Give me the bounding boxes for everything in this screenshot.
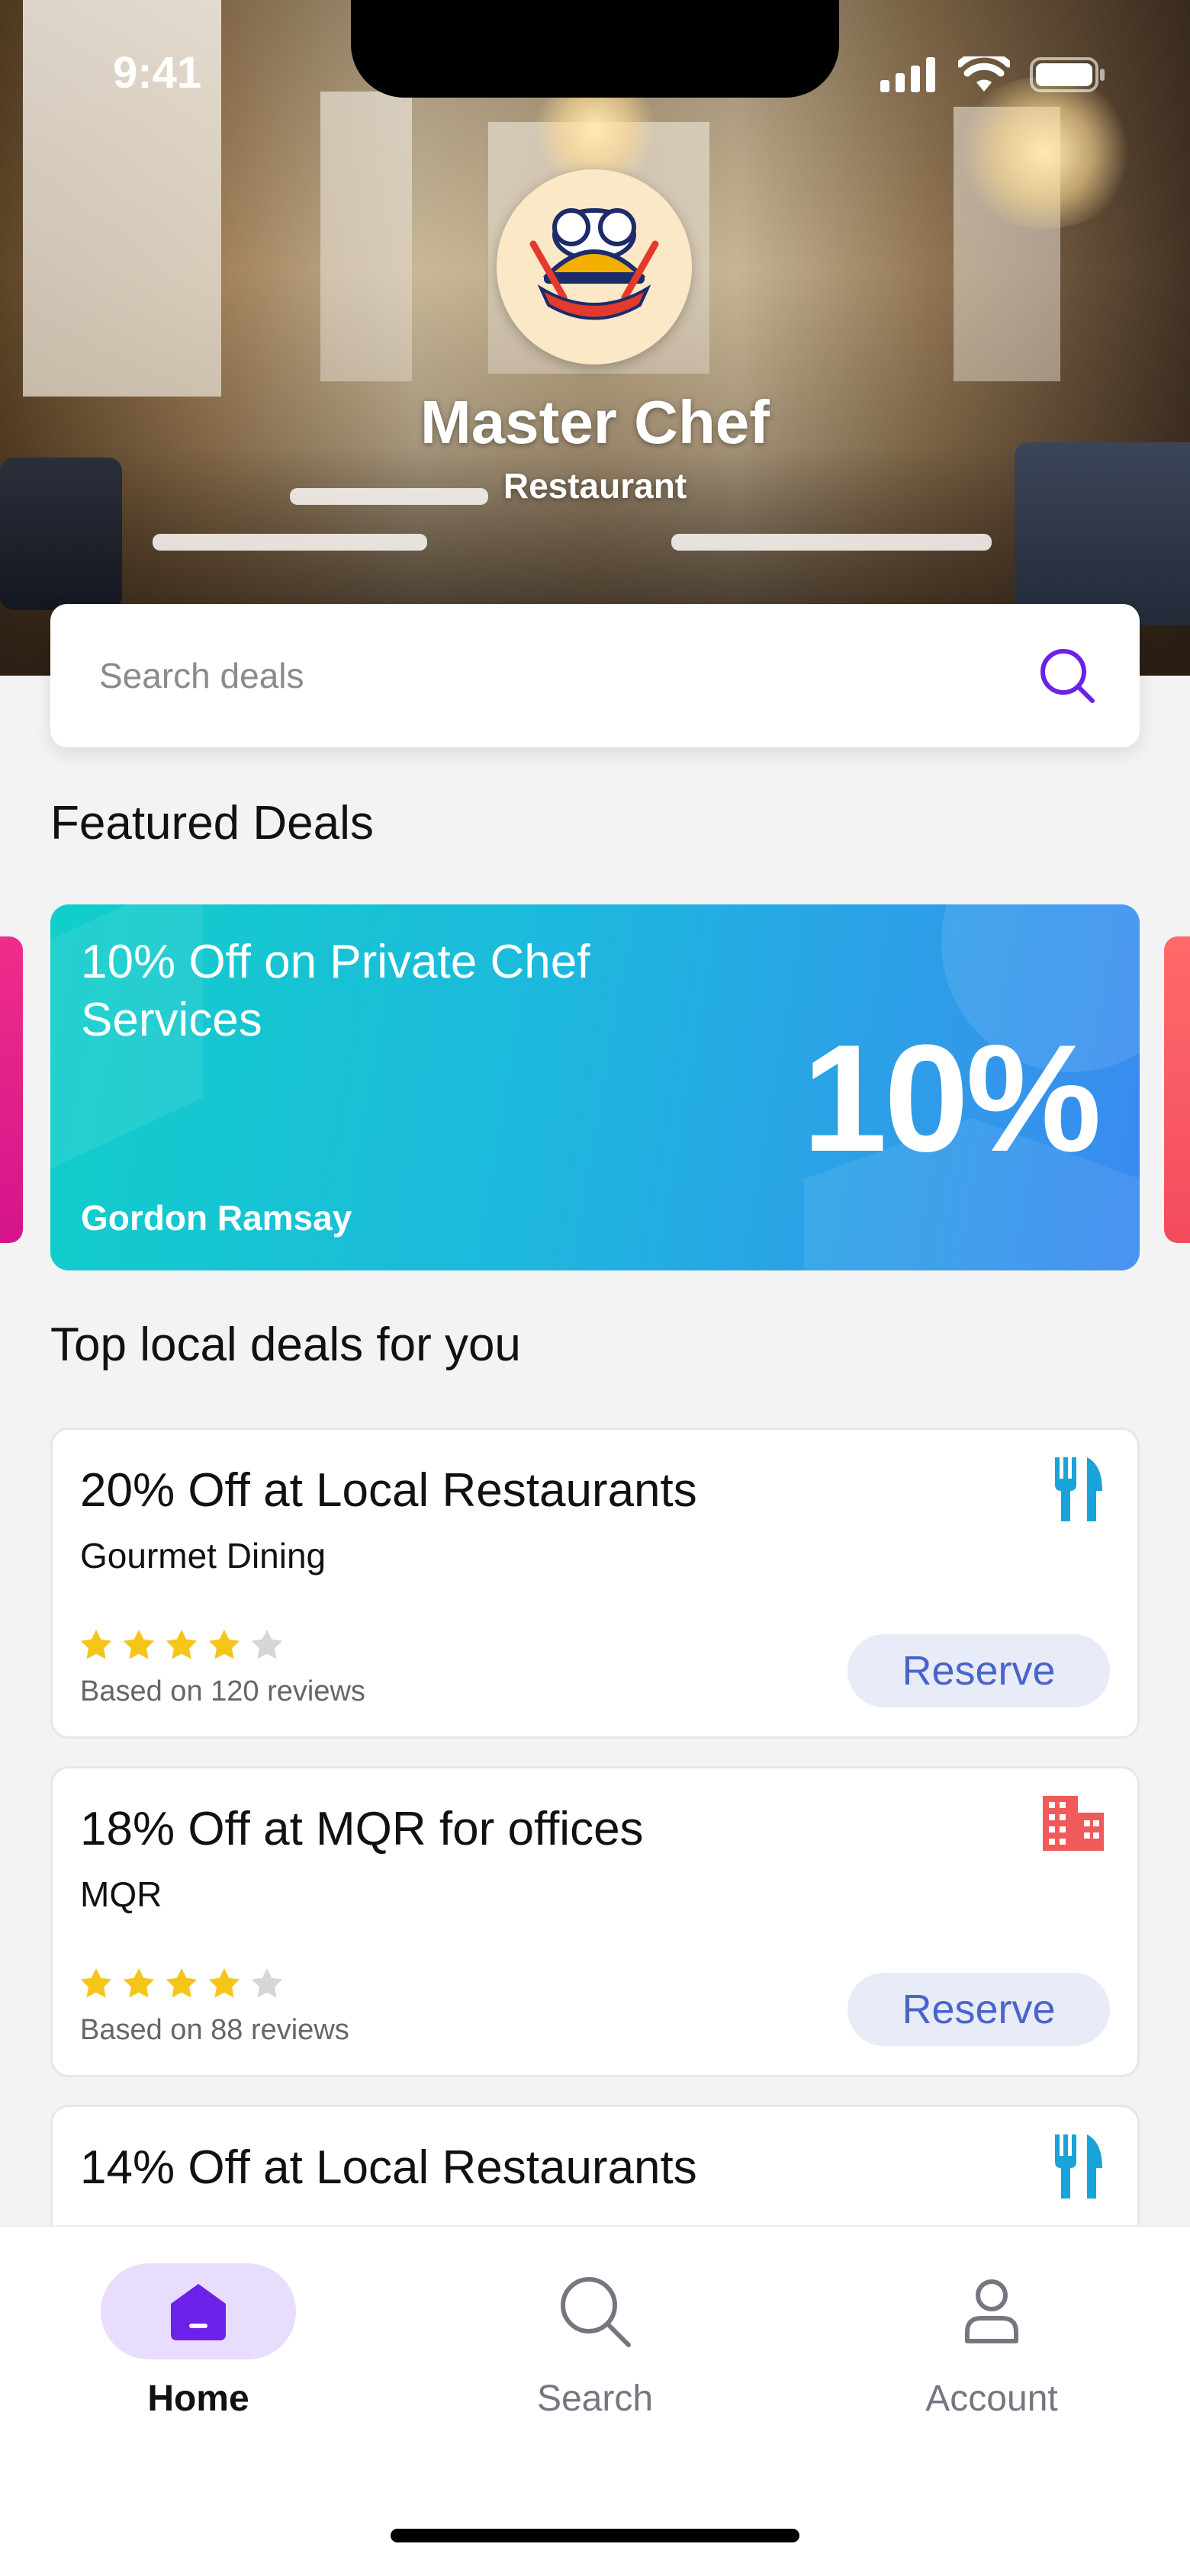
account-icon <box>965 2279 1018 2343</box>
search-bar[interactable] <box>50 604 1140 747</box>
star-filled-icon <box>208 1630 240 1659</box>
hero-banner: 9:41 Master Chef Restaurant <box>0 0 1190 676</box>
tab-search-indicator <box>497 2263 693 2359</box>
star-empty-icon <box>251 1630 283 1659</box>
battery-icon <box>1030 57 1105 92</box>
hero-table <box>671 534 992 551</box>
hero-table <box>153 534 427 551</box>
building-icon <box>1043 1796 1104 1851</box>
hero-chandelier <box>954 76 1137 229</box>
bottom-tab-bar: Home Search Account <box>0 2225 1190 2576</box>
featured-deal-merchant: Gordon Ramsay <box>81 1198 352 1238</box>
hero-window <box>320 92 412 381</box>
featured-deal-percent: 10% <box>802 1013 1102 1184</box>
deal-reviews: Based on 88 reviews <box>80 2014 349 2046</box>
reserve-button[interactable]: Reserve <box>847 1973 1110 2046</box>
featured-card-next[interactable] <box>1164 936 1190 1243</box>
chef-logo-icon <box>529 208 659 320</box>
featured-deals-heading: Featured Deals <box>50 797 374 850</box>
deal-card[interactable]: 18% Off at MQR for offices MQR Based on … <box>50 1766 1140 2077</box>
search-icon[interactable] <box>1037 646 1097 705</box>
restaurant-type: Restaurant <box>503 466 687 506</box>
cellular-signal-icon <box>880 57 935 92</box>
search-icon <box>561 2277 631 2347</box>
status-icons <box>880 56 1106 93</box>
home-icon <box>171 2284 226 2340</box>
wifi-icon <box>958 56 1010 92</box>
star-filled-icon <box>123 1630 155 1659</box>
deal-reviews: Based on 120 reviews <box>80 1675 365 1707</box>
utensils-icon <box>1055 2134 1102 2199</box>
status-time: 9:41 <box>113 48 202 98</box>
tab-account[interactable]: Account <box>877 2263 1106 2420</box>
deal-card[interactable]: 20% Off at Local Restaurants Gourmet Din… <box>50 1428 1140 1739</box>
star-filled-icon <box>80 1630 112 1659</box>
deal-merchant: Gourmet Dining <box>80 1536 326 1575</box>
star-filled-icon <box>208 1968 240 1998</box>
star-filled-icon <box>123 1968 155 1998</box>
local-deals-heading: Top local deals for you <box>50 1319 521 1371</box>
device-notch <box>351 0 839 98</box>
star-filled-icon <box>80 1968 112 1998</box>
tab-search[interactable]: Search <box>481 2263 709 2420</box>
star-empty-icon <box>251 1968 283 1998</box>
featured-deal-card[interactable]: 10% Off on Private Chef Services 10% Gor… <box>50 904 1140 1270</box>
tab-home[interactable]: Home <box>84 2263 313 2420</box>
deal-title: 14% Off at Local Restaurants <box>80 2141 697 2194</box>
star-rating <box>80 1630 283 1660</box>
restaurant-logo <box>497 169 692 365</box>
featured-deal-title: 10% Off on Private Chef Services <box>81 936 590 1046</box>
reserve-button[interactable]: Reserve <box>847 1634 1110 1707</box>
restaurant-name: Master Chef <box>420 388 770 456</box>
home-indicator-bar <box>391 2529 799 2542</box>
star-rating <box>80 1968 283 1999</box>
star-filled-icon <box>166 1968 198 1998</box>
tab-search-label: Search <box>536 2378 654 2419</box>
search-input[interactable] <box>98 654 940 697</box>
deal-merchant: MQR <box>80 1874 162 1914</box>
tab-home-indicator <box>101 2263 296 2359</box>
star-filled-icon <box>166 1630 198 1659</box>
featured-card-previous[interactable] <box>0 936 23 1243</box>
deal-title: 18% Off at MQR for offices <box>80 1803 644 1855</box>
deal-title: 20% Off at Local Restaurants <box>80 1464 697 1517</box>
tab-account-indicator <box>894 2263 1089 2359</box>
tab-account-label: Account <box>925 2378 1058 2419</box>
tab-home-label: Home <box>147 2378 249 2419</box>
utensils-icon <box>1055 1457 1102 1521</box>
